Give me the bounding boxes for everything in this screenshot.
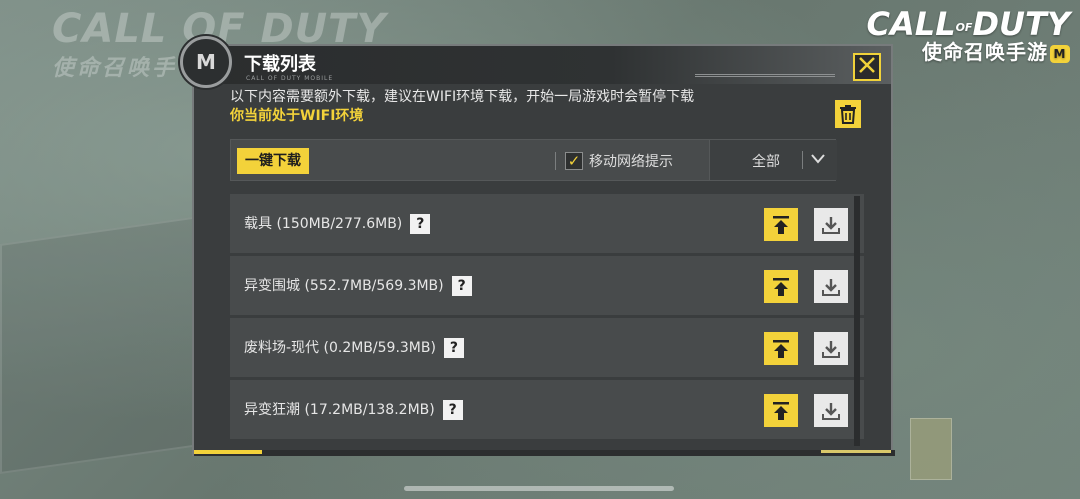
game-emblem-icon: M: [180, 36, 232, 88]
download-button[interactable]: [814, 332, 848, 365]
download-button[interactable]: [814, 394, 848, 427]
close-icon: [859, 57, 875, 73]
list-item: 废料场-现代 (0.2MB/59.3MB)?: [230, 318, 864, 378]
list-item: 载具 (150MB/277.6MB)?: [230, 194, 864, 254]
trash-icon: [840, 105, 856, 124]
help-icon[interactable]: ?: [410, 214, 431, 234]
download-button[interactable]: [814, 208, 848, 241]
download-list-dialog: M 下载列表 CALL OF DUTY MOBILE 以下内容需要额外下载，建议…: [180, 36, 895, 456]
divider: [802, 151, 803, 169]
one-key-download-button[interactable]: 一键下载: [237, 148, 309, 174]
help-icon[interactable]: ?: [451, 276, 472, 296]
download-toolbar: 一键下载 ✓ 移动网络提示 全部: [230, 139, 837, 181]
divider: [555, 152, 556, 170]
download-icon: [822, 340, 840, 358]
move-to-top-icon: [773, 339, 789, 358]
wifi-status: 你当前处于WIFI环境: [230, 108, 364, 124]
footer-accent: [821, 450, 891, 453]
list-scrollbar[interactable]: [854, 196, 860, 446]
download-icon: [822, 278, 840, 296]
background-thumbnail: [910, 418, 952, 480]
move-to-top-icon: [773, 215, 789, 234]
chevron-down-icon: [811, 153, 825, 167]
item-label: 载具 (150MB/277.6MB)?: [244, 213, 431, 234]
help-icon[interactable]: ?: [442, 400, 463, 420]
download-list: 载具 (150MB/277.6MB)? 异变围城 (552.7MB/569.3M…: [230, 194, 864, 446]
download-icon: [822, 216, 840, 234]
mobile-network-label: 移动网络提示: [589, 154, 673, 170]
header-decoration: [695, 74, 835, 77]
prioritize-button[interactable]: [764, 394, 798, 427]
list-item: 异变围城 (552.7MB/569.3MB)?: [230, 256, 864, 316]
mobile-network-toggle[interactable]: ✓ 移动网络提示: [565, 151, 673, 171]
background-panel: [0, 215, 200, 475]
footer-accent: [194, 450, 262, 454]
filter-value: 全部: [752, 154, 780, 170]
notice-text: 以下内容需要额外下载，建议在WIFI环境下载，开始一局游戏时会暂停下载 你当前处…: [230, 88, 694, 126]
delete-button[interactable]: [835, 100, 861, 128]
dialog-footer-bar: [194, 450, 895, 456]
move-to-top-icon: [773, 401, 789, 420]
prioritize-button[interactable]: [764, 208, 798, 241]
download-button[interactable]: [814, 270, 848, 303]
prioritize-button[interactable]: [764, 332, 798, 365]
filter-dropdown[interactable]: 全部: [709, 140, 837, 180]
list-item: 异变狂潮 (17.2MB/138.2MB)?: [230, 380, 864, 440]
move-to-top-icon: [773, 277, 789, 296]
dialog-header: M 下载列表 CALL OF DUTY MOBILE: [180, 36, 891, 88]
brand-badge: M: [1050, 44, 1070, 63]
item-label: 废料场-现代 (0.2MB/59.3MB)?: [244, 337, 464, 358]
dialog-subtitle: CALL OF DUTY MOBILE: [246, 75, 334, 82]
item-label: 异变围城 (552.7MB/569.3MB)?: [244, 275, 472, 296]
item-label: 异变狂潮 (17.2MB/138.2MB)?: [244, 399, 463, 420]
home-indicator[interactable]: [404, 486, 674, 491]
dialog-title: 下载列表: [244, 54, 316, 75]
notice-line: 以下内容需要额外下载，建议在WIFI环境下载，开始一局游戏时会暂停下载: [230, 89, 695, 105]
help-icon[interactable]: ?: [443, 338, 464, 358]
prioritize-button[interactable]: [764, 270, 798, 303]
download-icon: [822, 402, 840, 420]
close-button[interactable]: [853, 53, 881, 81]
mobile-network-checkbox[interactable]: ✓: [565, 152, 583, 170]
